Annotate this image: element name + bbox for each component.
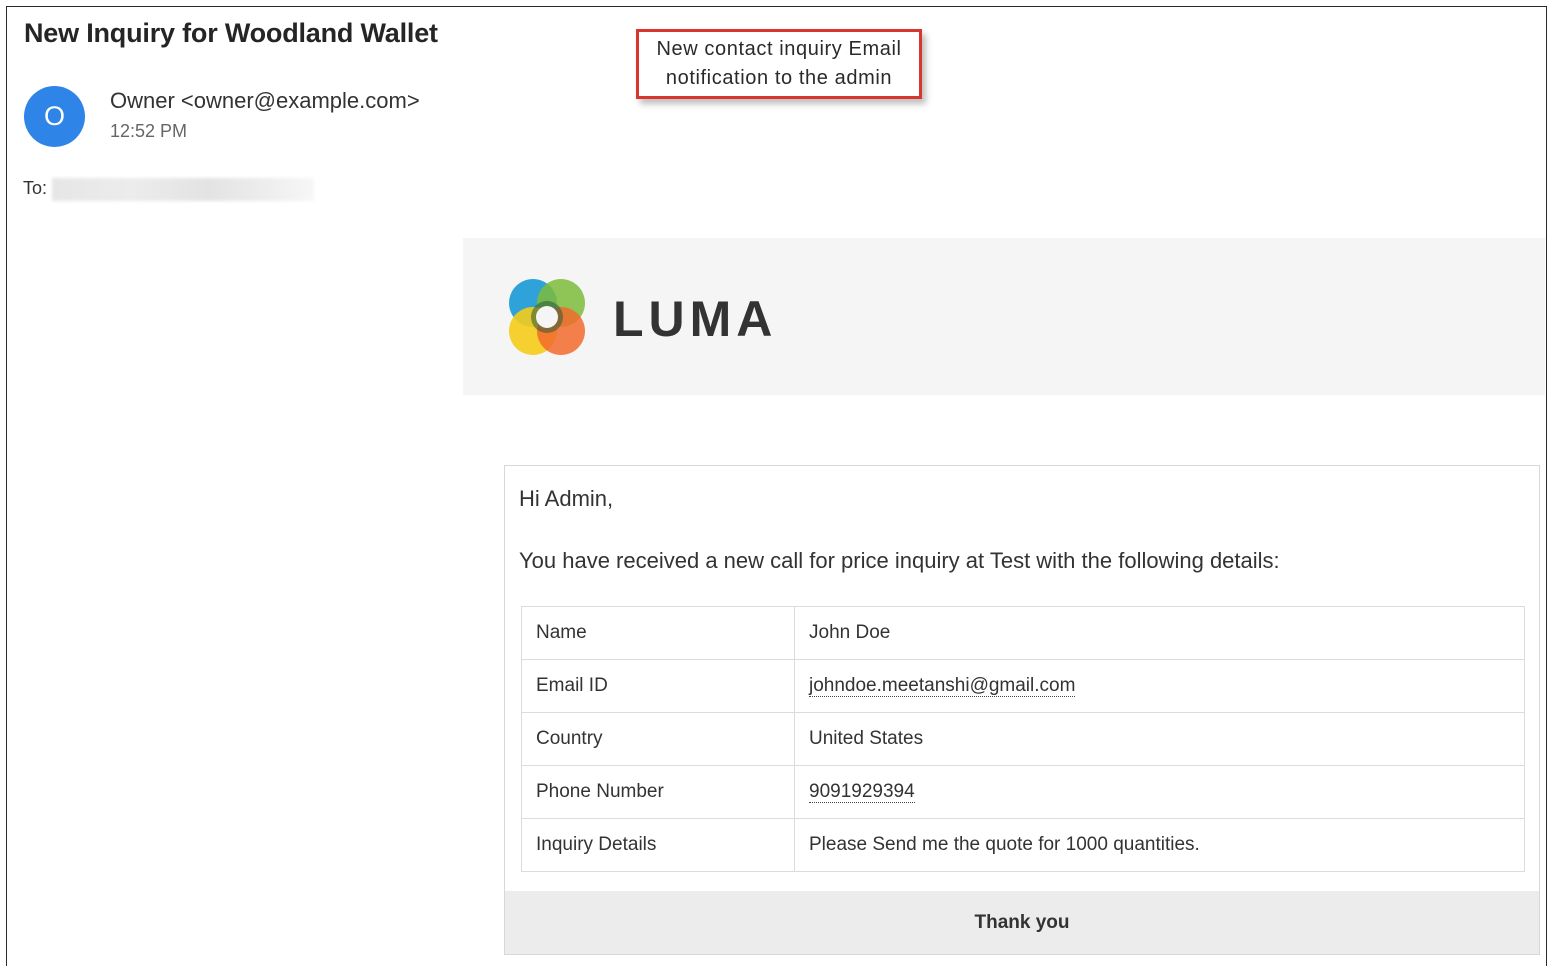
row-value: John Doe bbox=[794, 606, 1525, 660]
email-header-band: LUMA bbox=[463, 238, 1545, 395]
email-footer: Thank you bbox=[505, 891, 1539, 954]
table-row: Email ID johndoe.meetanshi@gmail.com bbox=[521, 659, 1525, 713]
row-label: Phone Number bbox=[521, 765, 795, 819]
table-row: Phone Number 9091929394 bbox=[521, 765, 1525, 819]
recipient-redacted bbox=[52, 178, 314, 201]
email-subject: New Inquiry for Woodland Wallet bbox=[24, 18, 438, 48]
table-row: Country United States bbox=[521, 712, 1525, 766]
callout-line-1: New contact inquiry Email bbox=[656, 38, 902, 60]
row-value-phone: 9091929394 bbox=[794, 765, 1525, 819]
row-label: Email ID bbox=[521, 659, 795, 713]
row-value: United States bbox=[794, 712, 1525, 766]
row-label: Inquiry Details bbox=[521, 818, 795, 872]
table-row: Name John Doe bbox=[521, 606, 1525, 660]
sender-avatar[interactable]: O bbox=[24, 86, 85, 147]
intro-text: You have received a new call for price i… bbox=[519, 548, 1280, 573]
greeting: Hi Admin, bbox=[519, 486, 614, 511]
table-row: Inquiry Details Please Send me the quote… bbox=[521, 818, 1525, 872]
footer-text: Thank you bbox=[974, 911, 1070, 933]
row-value: Please Send me the quote for 1000 quanti… bbox=[794, 818, 1525, 872]
luma-wordmark: LUMA bbox=[613, 291, 778, 347]
to-label: To: bbox=[23, 178, 48, 198]
email-timestamp: 12:52 PM bbox=[110, 121, 188, 141]
email-content: Hi Admin, You have received a new call f… bbox=[504, 465, 1540, 955]
row-value-email: johndoe.meetanshi@gmail.com bbox=[794, 659, 1525, 713]
luma-logo-icon bbox=[509, 279, 585, 355]
email-link[interactable]: johndoe.meetanshi@gmail.com bbox=[809, 675, 1076, 697]
inquiry-details-table: Name John Doe Email ID johndoe.meetanshi… bbox=[521, 606, 1525, 872]
callout-line-2: notification to the admin bbox=[665, 67, 893, 89]
row-label: Name bbox=[521, 606, 795, 660]
avatar-letter: O bbox=[43, 101, 65, 131]
sender-name[interactable]: Owner <owner@example.com> bbox=[110, 88, 420, 114]
phone-link[interactable]: 9091929394 bbox=[809, 781, 915, 803]
row-label: Country bbox=[521, 712, 795, 766]
annotation-callout: New contact inquiry Email notification t… bbox=[636, 29, 922, 99]
